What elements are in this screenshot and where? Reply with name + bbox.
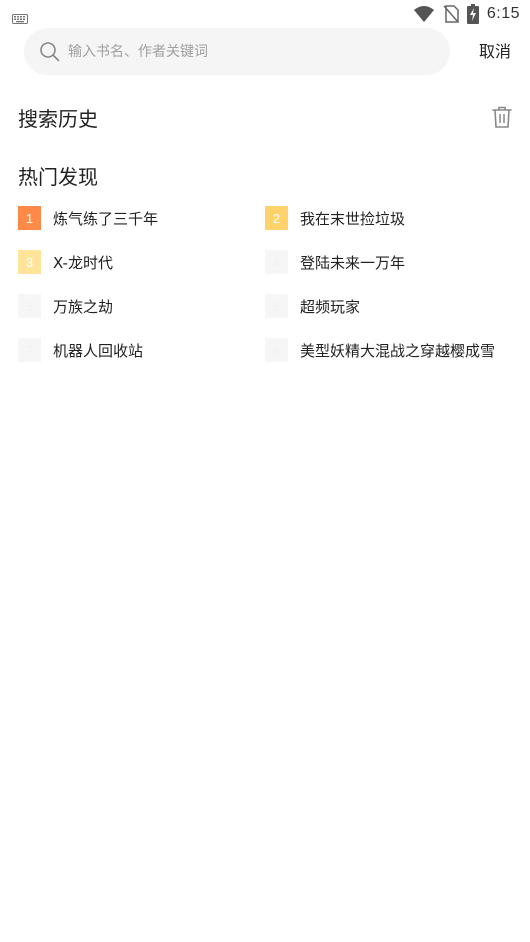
hot-item-2[interactable]: 2 我在末世捡垃圾 [265,205,518,231]
hot-item-3[interactable]: 3 X-龙时代 [18,249,265,275]
search-input[interactable] [68,28,438,75]
hot-item-4[interactable]: 4 登陆未来一万年 [265,249,518,275]
wifi-icon [413,6,434,22]
rank-badge: 6 [265,294,288,318]
status-left [12,9,28,28]
trash-icon[interactable] [491,105,513,129]
search-row: 取消 [24,28,520,76]
search-box[interactable] [24,28,450,75]
status-bar: 6:15 [0,0,530,28]
rank-badge: 5 [18,294,41,318]
hot-item-title: 万族之劫 [53,297,114,316]
rank-badge: 3 [18,250,41,274]
rank-badge: 7 [18,338,41,362]
hot-item-title: 我在末世捡垃圾 [300,209,406,228]
hot-item-title: X-龙时代 [53,253,113,272]
rank-badge: 2 [265,206,288,230]
status-time: 6:15 [486,5,520,22]
rank-badge: 8 [265,338,288,362]
hot-item-7[interactable]: 7 机器人回收站 [18,337,265,363]
search-icon [40,42,60,62]
hot-item-1[interactable]: 1 炼气练了三千年 [18,205,265,231]
hot-item-8[interactable]: 8 美型妖精大混战之穿越樱成雪 [265,337,518,363]
hot-item-title: 炼气练了三千年 [53,209,159,228]
search-history-title: 搜索历史 [18,107,98,131]
battery-charging-icon [466,4,479,24]
hot-item-title: 美型妖精大混战之穿越樱成雪 [300,341,496,360]
rank-badge: 4 [265,250,288,274]
hot-list: 1 炼气练了三千年 2 我在末世捡垃圾 3 X-龙时代 4 登陆未来一万年 5 … [18,204,518,380]
hot-item-6[interactable]: 6 超频玩家 [265,293,518,319]
hot-item-title: 超频玩家 [300,297,361,316]
keyboard-icon [12,14,28,24]
hot-item-5[interactable]: 5 万族之劫 [18,293,265,319]
hot-item-title: 机器人回收站 [53,341,144,360]
cancel-button[interactable]: 取消 [470,28,520,75]
status-right: 6:15 [413,4,520,24]
hot-item-title: 登陆未来一万年 [300,253,406,272]
hot-discover-title: 热门发现 [18,165,98,189]
rank-badge: 1 [18,206,41,230]
no-sim-icon [443,5,459,23]
